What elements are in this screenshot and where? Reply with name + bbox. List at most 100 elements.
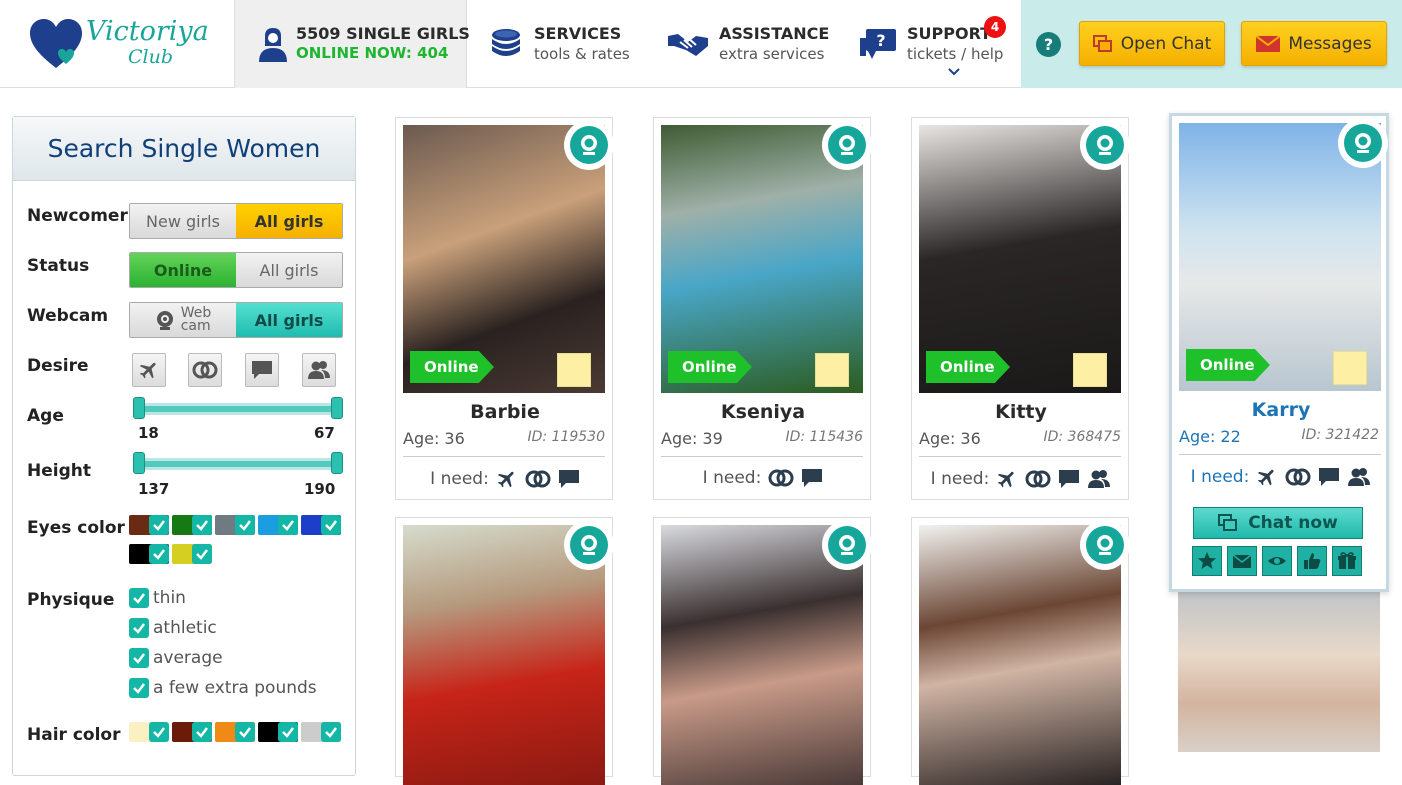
status-all-girls-option[interactable]: All girls xyxy=(236,253,342,287)
webcam-all-girls-option[interactable]: All girls xyxy=(236,303,342,337)
physique-extra-pounds-option[interactable]: a few extra pounds xyxy=(129,678,317,698)
desire-friendship-toggle[interactable] xyxy=(302,353,336,387)
checkbox-icon[interactable] xyxy=(129,618,149,638)
chat-now-button[interactable]: Chat now xyxy=(1193,507,1363,539)
desire-chat-toggle[interactable] xyxy=(245,353,279,387)
hair-color-swatch[interactable] xyxy=(172,722,212,742)
newcomer-all-girls-option[interactable]: All girls xyxy=(236,204,342,238)
height-max-value: 190 xyxy=(304,480,336,498)
handshake-icon xyxy=(668,34,708,56)
desire-marriage-toggle[interactable] xyxy=(188,353,222,387)
airplane-icon xyxy=(497,471,514,488)
age-slider-max-handle[interactable] xyxy=(331,397,343,419)
note-icon[interactable] xyxy=(1073,353,1107,387)
webcam-badge[interactable] xyxy=(1080,120,1130,170)
profile-needs: I need: xyxy=(396,468,614,490)
profile-card[interactable]: Online Kitty Age: 36 ID: 368475 I need: xyxy=(911,117,1130,500)
webcam-icon xyxy=(581,135,597,155)
profile-card[interactable] xyxy=(653,517,872,785)
hair-color-label: Hair color xyxy=(27,725,121,745)
speech-bubble-icon xyxy=(1059,470,1080,488)
physique-thin-label: thin xyxy=(153,588,186,608)
nav-assistance[interactable]: ASSISTANCE extra services xyxy=(666,0,836,88)
physique-athletic-label: athletic xyxy=(153,618,217,638)
checkbox-icon[interactable] xyxy=(129,648,149,668)
profile-card[interactable]: Online Kseniya Age: 39 ID: 115436 I need: xyxy=(653,117,872,500)
height-slider-max-handle[interactable] xyxy=(331,452,343,474)
physique-extra-pounds-label: a few extra pounds xyxy=(153,678,317,698)
profile-name[interactable]: Kseniya xyxy=(654,401,872,423)
age-slider-min-handle[interactable] xyxy=(133,397,145,419)
status-online-option[interactable]: Online xyxy=(130,253,236,287)
envelope-action-button[interactable] xyxy=(1227,546,1257,576)
profile-card[interactable] xyxy=(1169,590,1387,770)
online-status-tag: Online xyxy=(668,351,752,383)
profile-age: Age: 36 xyxy=(919,429,981,448)
physique-athletic-option[interactable]: athletic xyxy=(129,618,217,638)
eye-color-swatch[interactable] xyxy=(215,515,255,535)
nav-support[interactable]: ? SUPPORT tickets / help xyxy=(858,0,1018,88)
webcam-icon xyxy=(156,311,173,330)
eye-action-button[interactable] xyxy=(1262,546,1292,576)
webcam-badge[interactable] xyxy=(564,120,614,170)
envelope-icon xyxy=(1256,35,1281,52)
webcam-badge[interactable] xyxy=(1338,118,1388,168)
webcam-badge[interactable] xyxy=(1080,520,1130,570)
eye-color-swatch[interactable] xyxy=(129,515,169,535)
webcam-badge[interactable] xyxy=(822,120,872,170)
note-icon[interactable] xyxy=(1333,351,1367,385)
physique-average-option[interactable]: average xyxy=(129,648,223,668)
rings-icon xyxy=(1285,468,1311,486)
webcam-icon xyxy=(581,535,597,555)
height-slider-min-handle[interactable] xyxy=(133,452,145,474)
checkbox-icon[interactable] xyxy=(129,678,149,698)
eye-color-swatch[interactable] xyxy=(258,515,298,535)
site-logo[interactable]: Victoriya Club xyxy=(28,14,209,74)
support-notification-badge: 4 xyxy=(984,16,1006,38)
need-label: I need: xyxy=(930,469,990,489)
profile-name[interactable]: Kitty xyxy=(912,401,1130,423)
physique-thin-option[interactable]: thin xyxy=(129,588,186,608)
age-slider[interactable] xyxy=(133,397,343,419)
hair-color-swatch[interactable] xyxy=(258,722,298,742)
profile-name[interactable]: Barbie xyxy=(396,401,614,423)
hair-color-swatch[interactable] xyxy=(301,722,341,742)
profile-card[interactable]: Online Karry Age: 22 ID: 321422 I need: Chat … xyxy=(1169,113,1389,592)
chevron-down-icon[interactable] xyxy=(948,68,960,76)
profile-card[interactable] xyxy=(395,517,614,785)
open-chat-button[interactable]: Open Chat xyxy=(1079,21,1225,66)
note-icon[interactable] xyxy=(557,353,591,387)
webcam-icon xyxy=(1355,133,1371,153)
webcam-badge[interactable] xyxy=(822,520,872,570)
nav-services-sub: tools & rates xyxy=(534,45,630,63)
note-icon[interactable] xyxy=(815,353,849,387)
messages-label: Messages xyxy=(1288,33,1372,54)
nav-single-girls[interactable]: 5509 SINGLE GIRLS ONLINE NOW: 404 xyxy=(234,0,470,88)
nav-services[interactable]: SERVICES tools & rates xyxy=(488,0,648,88)
eye-color-swatch[interactable] xyxy=(129,544,169,564)
profile-photo[interactable] xyxy=(1178,590,1380,752)
messages-button[interactable]: Messages xyxy=(1241,21,1387,66)
desire-travel-toggle[interactable] xyxy=(132,353,166,387)
newcomer-new-girls-option[interactable]: New girls xyxy=(130,204,236,238)
checkbox-icon[interactable] xyxy=(129,588,149,608)
eye-color-swatch[interactable] xyxy=(172,515,212,535)
hair-color-swatch[interactable] xyxy=(215,722,255,742)
webcam-webcam-option[interactable]: Web cam xyxy=(130,303,236,337)
hair-color-swatch[interactable] xyxy=(129,722,169,742)
gift-action-button[interactable] xyxy=(1332,546,1362,576)
height-slider[interactable] xyxy=(133,452,343,474)
thumbs-up-action-button[interactable] xyxy=(1297,546,1327,576)
profile-name[interactable]: Karry xyxy=(1172,399,1390,421)
eye-color-swatch[interactable] xyxy=(172,544,212,564)
search-panel-title: Search Single Women xyxy=(13,117,355,181)
help-icon[interactable]: ? xyxy=(1036,32,1061,57)
star-action-button[interactable] xyxy=(1192,546,1222,576)
profile-card[interactable]: Online Barbie Age: 36 ID: 119530 I need: xyxy=(395,117,614,500)
chat-windows-icon xyxy=(1092,34,1112,52)
webcam-badge[interactable] xyxy=(564,520,614,570)
profile-card[interactable] xyxy=(911,517,1130,785)
profile-age: Age: 22 xyxy=(1179,427,1241,446)
eye-color-swatch[interactable] xyxy=(301,515,341,535)
profile-age: Age: 39 xyxy=(661,429,723,448)
